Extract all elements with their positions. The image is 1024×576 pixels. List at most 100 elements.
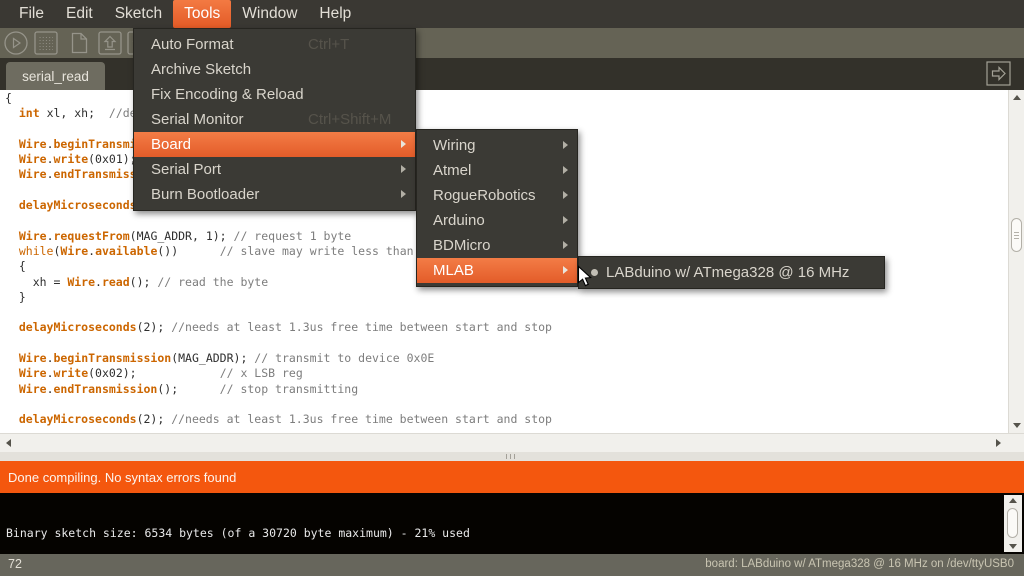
menu-item-label: MLAB	[433, 262, 474, 279]
console-scroll-thumb[interactable]	[1007, 508, 1018, 538]
code-token	[5, 137, 19, 151]
console-scroll-down-icon[interactable]	[1009, 544, 1017, 549]
new-sketch-button[interactable]	[66, 30, 92, 56]
code-token	[5, 106, 19, 120]
arduino-ide-window: File Edit Sketch Tools Window Help	[0, 0, 1024, 576]
code-token: .	[47, 351, 54, 365]
scroll-right-icon[interactable]	[996, 439, 1001, 447]
code-token: (MAG_ADDR);	[171, 351, 254, 365]
code-token: //needs at least 1.3us free time between…	[171, 320, 552, 334]
code-token: (MAG_ADDR, 1);	[130, 229, 234, 243]
tab-menu-button[interactable]	[986, 61, 1011, 86]
menu-item-serial-monitor[interactable]: Serial Monitor Ctrl+Shift+M	[134, 107, 415, 132]
code-token	[5, 244, 19, 258]
menu-sketch[interactable]: Sketch	[104, 0, 173, 28]
editor-vertical-scrollbar[interactable]	[1008, 90, 1024, 433]
open-sketch-button[interactable]	[97, 30, 123, 56]
code-token: requestFrom	[54, 229, 130, 243]
code-token: Wire	[19, 229, 47, 243]
submenu-arrow-icon	[563, 166, 568, 174]
menu-item-board[interactable]: Board	[134, 132, 415, 157]
submenu-arrow-icon	[563, 216, 568, 224]
code-token: //needs at least 1.3us free time between…	[171, 412, 552, 426]
code-token: endTransmission	[54, 382, 158, 396]
code-token: // stop transmitting	[220, 382, 358, 396]
code-token: delayMicroseconds	[19, 412, 137, 426]
menu-item-arduino[interactable]: Arduino	[417, 208, 577, 233]
menu-item-label: Serial Monitor	[151, 111, 244, 128]
code-token: .	[47, 382, 54, 396]
code-token: Wire	[19, 137, 47, 151]
code-token: .	[95, 275, 102, 289]
code-token: ();	[157, 382, 219, 396]
console-scroll-up-icon[interactable]	[1009, 498, 1017, 503]
code-line: }	[5, 290, 552, 305]
console-scrollbar[interactable]	[1004, 495, 1022, 552]
menu-item-label: Wiring	[433, 137, 476, 154]
status-footer: 72 board: LABduino w/ ATmega328 @ 16 MHz…	[0, 554, 1024, 576]
scroll-down-icon[interactable]	[1013, 423, 1021, 428]
menu-help[interactable]: Help	[308, 0, 362, 28]
code-token: Wire	[19, 382, 47, 396]
menu-item-auto-format[interactable]: Auto Format Ctrl+T	[134, 32, 415, 57]
code-line	[5, 397, 552, 412]
stop-icon	[33, 30, 59, 56]
menu-item-mlab[interactable]: MLAB	[417, 258, 577, 283]
compile-status-message: Done compiling. No syntax errors found	[8, 470, 236, 485]
stop-button[interactable]	[33, 30, 59, 56]
submenu-arrow-icon	[563, 241, 568, 249]
menu-item-label: Archive Sketch	[151, 61, 251, 78]
menu-item-bdmicro[interactable]: BDMicro	[417, 233, 577, 258]
menu-tools[interactable]: Tools	[173, 0, 231, 28]
menu-item-roguerobotics[interactable]: RogueRobotics	[417, 183, 577, 208]
board-port-indicator: board: LABduino w/ ATmega328 @ 16 MHz on…	[705, 558, 1014, 570]
console-message: Binary sketch size: 6534 bytes (of a 307…	[6, 526, 470, 540]
verify-button[interactable]	[3, 30, 29, 56]
menu-item-atmel[interactable]: Atmel	[417, 158, 577, 183]
mouse-cursor-icon	[577, 265, 594, 293]
tab-serial-read[interactable]: serial_read	[6, 62, 105, 90]
verify-play-icon	[3, 30, 29, 56]
code-token: {	[5, 259, 26, 273]
editor-horizontal-scrollbar[interactable]	[0, 433, 1024, 452]
compile-status-bar: Done compiling. No syntax errors found	[0, 461, 1024, 493]
board-submenu: Wiring Atmel RogueRobotics Arduino BDMic…	[416, 129, 578, 287]
menu-edit[interactable]: Edit	[55, 0, 104, 28]
code-token: xl, xh;	[40, 106, 109, 120]
code-token: write	[54, 152, 89, 166]
splitter-grip-icon	[506, 454, 520, 459]
code-token: Wire	[19, 366, 47, 380]
code-line: delayMicroseconds(2); //needs at least 1…	[5, 412, 552, 427]
menu-item-wiring[interactable]: Wiring	[417, 133, 577, 158]
menu-item-burn-bootloader[interactable]: Burn Bootloader	[134, 182, 415, 207]
tools-dropdown-menu: Auto Format Ctrl+T Archive Sketch Fix En…	[133, 28, 416, 211]
code-token	[5, 152, 19, 166]
code-token	[5, 412, 19, 426]
console-output: Binary sketch size: 6534 bytes (of a 307…	[0, 493, 1024, 554]
menu-item-label: Atmel	[433, 162, 471, 179]
code-token: beginTransmission	[54, 351, 172, 365]
menu-window[interactable]: Window	[231, 0, 308, 28]
upload-arrow-icon	[97, 30, 123, 56]
menu-item-serial-port[interactable]: Serial Port	[134, 157, 415, 182]
line-number-indicator: 72	[8, 557, 22, 571]
menu-file[interactable]: File	[8, 0, 55, 28]
scroll-up-icon[interactable]	[1013, 95, 1021, 100]
menu-item-labduino[interactable]: LABduino w/ ATmega328 @ 16 MHz	[579, 260, 884, 285]
menu-item-archive-sketch[interactable]: Archive Sketch	[134, 57, 415, 82]
submenu-arrow-icon	[401, 190, 406, 198]
code-token: available	[95, 244, 157, 258]
menu-item-label: Arduino	[433, 212, 485, 229]
editor-scroll-thumb[interactable]	[1011, 218, 1022, 252]
code-line: Wire.write(0x02); // x LSB reg	[5, 366, 552, 381]
submenu-arrow-icon	[563, 141, 568, 149]
code-token: Wire	[19, 167, 47, 181]
scroll-left-icon[interactable]	[6, 439, 11, 447]
code-token: write	[54, 366, 89, 380]
menu-item-shortcut: Ctrl+Shift+M	[308, 111, 391, 128]
pane-splitter[interactable]	[0, 452, 1024, 461]
code-token	[5, 229, 19, 243]
menu-item-fix-encoding[interactable]: Fix Encoding & Reload	[134, 82, 415, 107]
code-line	[5, 336, 552, 351]
code-token: .	[47, 229, 54, 243]
